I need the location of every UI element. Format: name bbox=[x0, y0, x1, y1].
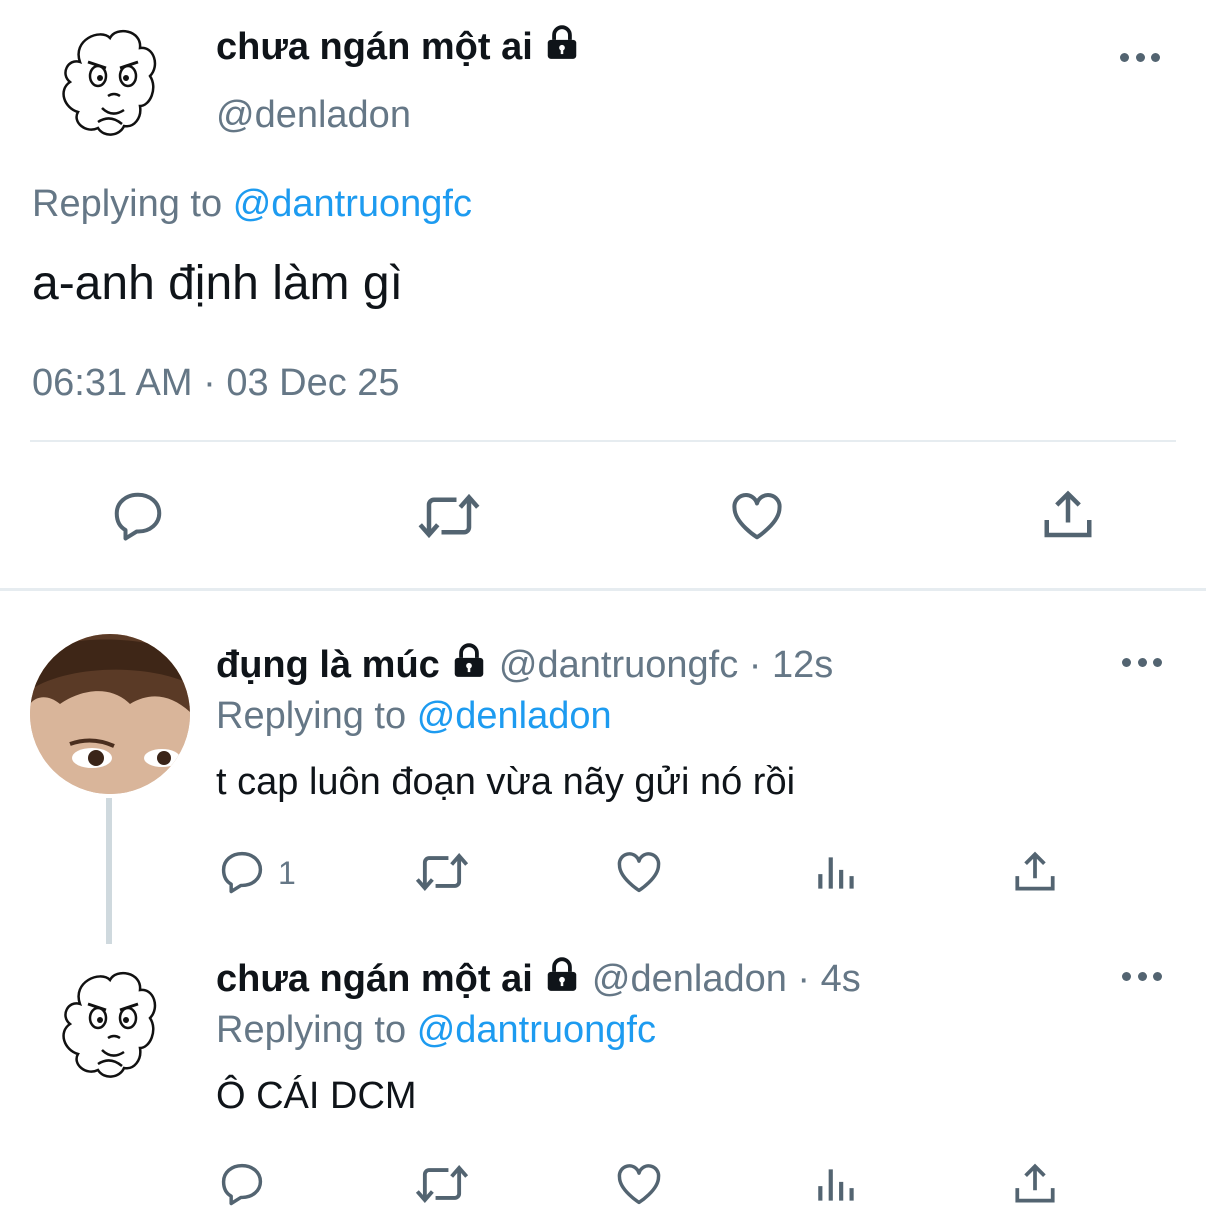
more-options-icon[interactable] bbox=[1120, 50, 1160, 64]
cartoon-avatar-image bbox=[62, 29, 157, 136]
avatar[interactable] bbox=[50, 22, 168, 148]
replying-to-label: Replying to bbox=[32, 183, 223, 225]
replying-to-row: Replying to @dantruongfc bbox=[32, 180, 472, 228]
reply-count: 1 bbox=[278, 855, 296, 891]
lock-icon bbox=[450, 642, 488, 691]
avatar[interactable] bbox=[50, 964, 168, 1090]
like-icon[interactable] bbox=[612, 846, 666, 898]
reply-icon[interactable] bbox=[216, 1158, 268, 1210]
like-icon[interactable] bbox=[726, 486, 788, 546]
reply-tweet: chưa ngán một ai @denladon · 4s Replying… bbox=[0, 942, 1206, 1232]
share-icon[interactable] bbox=[1010, 846, 1060, 898]
replying-to-link[interactable]: @denladon bbox=[417, 695, 612, 737]
tweet-timestamp[interactable]: 06:31 AM · 03 Dec 25 bbox=[32, 360, 400, 406]
analytics-icon[interactable] bbox=[812, 1158, 862, 1210]
main-tweet: chưa ngán một ai @denladon Replying to @… bbox=[0, 0, 1206, 590]
analytics-icon[interactable] bbox=[812, 846, 862, 898]
replying-to-label: Replying to bbox=[216, 1009, 407, 1051]
author-name-row[interactable]: chưa ngán một ai bbox=[216, 24, 581, 73]
share-icon[interactable] bbox=[1010, 1158, 1060, 1210]
reply-icon[interactable] bbox=[216, 846, 268, 898]
retweet-icon[interactable] bbox=[412, 1158, 472, 1210]
display-name[interactable]: đụng là múc bbox=[216, 644, 440, 686]
author-handle-time[interactable]: @denladon · 4s bbox=[592, 958, 861, 1000]
lock-icon bbox=[543, 24, 581, 73]
display-name[interactable]: chưa ngán một ai bbox=[216, 26, 533, 68]
reply-icon[interactable] bbox=[108, 486, 168, 546]
more-options-icon[interactable] bbox=[1122, 655, 1162, 669]
author-name-row[interactable]: đụng là múc @dantruongfc · 12s bbox=[216, 642, 833, 691]
like-icon[interactable] bbox=[612, 1158, 666, 1210]
replying-to-row: Replying to @denladon bbox=[216, 692, 612, 740]
avatar[interactable] bbox=[30, 634, 190, 794]
photo-avatar-image bbox=[30, 634, 190, 794]
retweet-icon[interactable] bbox=[414, 486, 484, 546]
lock-icon bbox=[543, 956, 581, 1005]
display-name[interactable]: chưa ngán một ai bbox=[216, 958, 533, 1000]
share-icon[interactable] bbox=[1038, 484, 1098, 546]
tweet-text: a-anh định làm gì bbox=[32, 257, 403, 310]
retweet-icon[interactable] bbox=[412, 846, 472, 898]
thread-line bbox=[106, 798, 112, 944]
author-handle-time[interactable]: @dantruongfc · 12s bbox=[499, 644, 833, 686]
replying-to-row: Replying to @dantruongfc bbox=[216, 1006, 656, 1054]
more-options-icon[interactable] bbox=[1122, 969, 1162, 983]
cartoon-avatar-image bbox=[62, 971, 157, 1078]
tweet-text: t cap luôn đoạn vừa nãy gửi nó rồi bbox=[216, 761, 796, 803]
tweet-text: Ô CÁI DCM bbox=[216, 1075, 417, 1117]
replying-to-link[interactable]: @dantruongfc bbox=[233, 183, 472, 225]
section-divider bbox=[0, 588, 1206, 591]
divider bbox=[30, 440, 1176, 442]
author-name-row[interactable]: chưa ngán một ai @denladon · 4s bbox=[216, 956, 861, 1005]
replying-to-link[interactable]: @dantruongfc bbox=[417, 1009, 656, 1051]
author-handle[interactable]: @denladon bbox=[216, 92, 411, 138]
reply-tweet: đụng là múc @dantruongfc · 12s Replying … bbox=[0, 592, 1206, 944]
replying-to-label: Replying to bbox=[216, 695, 407, 737]
